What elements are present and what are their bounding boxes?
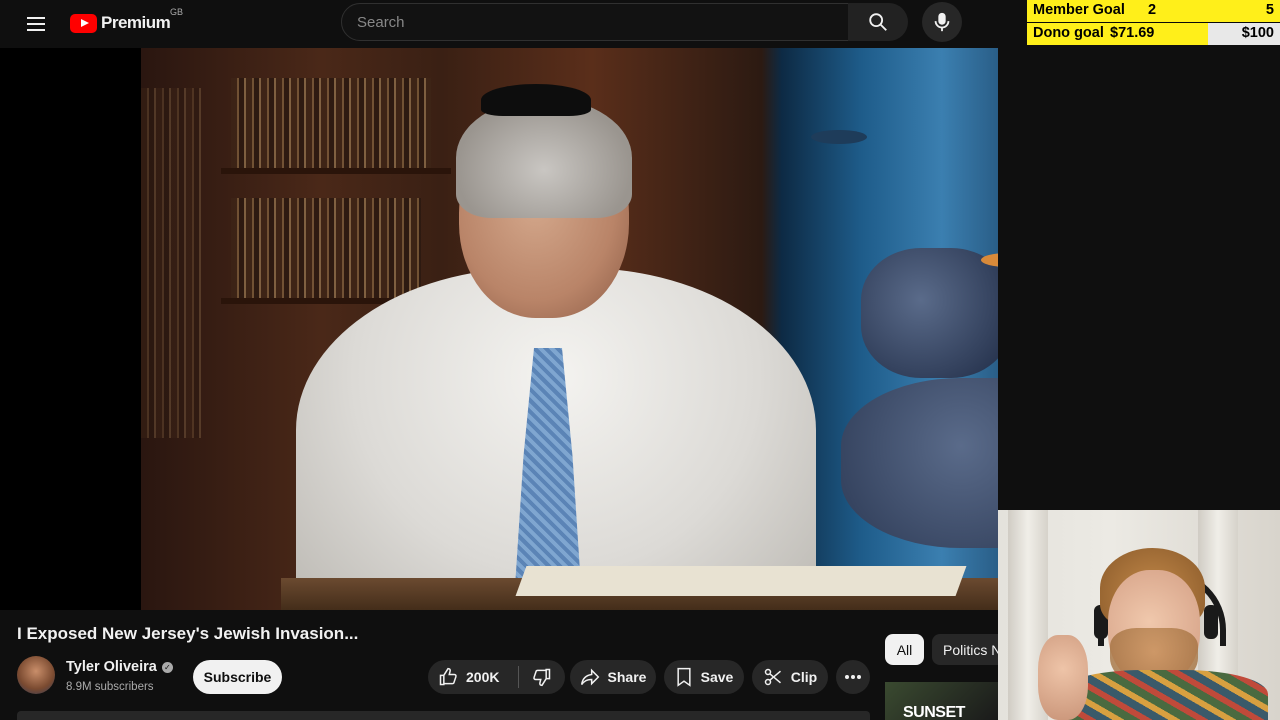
member-goal-current: 2 <box>1148 2 1157 18</box>
suggested-video-thumbnail[interactable]: SUNSET <box>885 682 998 720</box>
verified-icon: ✓ <box>161 661 173 673</box>
clip-icon <box>764 668 781 686</box>
like-dislike-group: 200K <box>428 660 565 694</box>
search-icon <box>869 13 887 31</box>
share-button[interactable]: Share <box>570 660 656 694</box>
dislike-icon <box>533 668 551 687</box>
youtube-logo[interactable]: Premium GB <box>70 7 183 34</box>
save-icon <box>677 667 691 687</box>
video-frame <box>141 48 998 610</box>
webcam-overlay <box>998 510 1280 720</box>
more-icon <box>845 675 861 679</box>
search-input[interactable]: Search <box>341 3 849 41</box>
search-placeholder: Search <box>357 13 405 31</box>
dislike-button[interactable] <box>519 667 565 687</box>
youtube-logo-icon <box>70 13 97 33</box>
like-count: 200K <box>466 669 500 685</box>
member-goal-label: Member Goal <box>1033 2 1125 18</box>
channel-name: Tyler Oliveira <box>66 659 157 675</box>
dono-goal-row: Dono goal $71.69 $100 <box>1027 23 1280 45</box>
share-icon <box>580 668 599 686</box>
dono-goal-target: $100 <box>1241 25 1274 41</box>
save-button[interactable]: Save <box>664 660 744 694</box>
search-button[interactable] <box>848 3 908 41</box>
like-icon <box>439 667 457 686</box>
stream-goals-overlay: Member Goal 2 5 Dono goal $71.69 $100 <box>1027 0 1280 45</box>
subscriber-count: 8.9M subscribers <box>66 681 154 693</box>
member-goal-target: 5 <box>1265 2 1274 18</box>
mic-icon <box>934 12 950 32</box>
subscribe-button[interactable]: Subscribe <box>193 660 282 694</box>
save-label: Save <box>700 669 734 685</box>
clip-button[interactable]: Clip <box>752 660 828 694</box>
dono-goal-current: $71.69 <box>1110 25 1155 41</box>
country-code: GB <box>170 7 184 17</box>
voice-search-button[interactable] <box>922 2 962 42</box>
share-label: Share <box>607 669 647 685</box>
dono-goal-label: Dono goal <box>1033 25 1104 41</box>
thumbnail-text: SUNSET <box>903 704 965 720</box>
brand-label: Premium <box>101 13 171 32</box>
clip-label: Clip <box>790 669 818 685</box>
member-goal-row: Member Goal 2 5 <box>1027 0 1280 22</box>
chip-politics[interactable]: Politics N <box>932 634 998 665</box>
channel-name-link[interactable]: Tyler Oliveira ✓ <box>66 659 173 675</box>
video-title: I Exposed New Jersey's Jewish Invasion..… <box>17 624 359 643</box>
chip-all[interactable]: All <box>885 634 924 665</box>
description-box-edge <box>17 711 870 720</box>
more-actions-button[interactable] <box>836 660 870 694</box>
like-button[interactable]: 200K <box>428 666 519 688</box>
menu-icon[interactable] <box>24 12 48 36</box>
channel-avatar[interactable] <box>17 656 55 694</box>
video-player[interactable] <box>0 48 998 610</box>
